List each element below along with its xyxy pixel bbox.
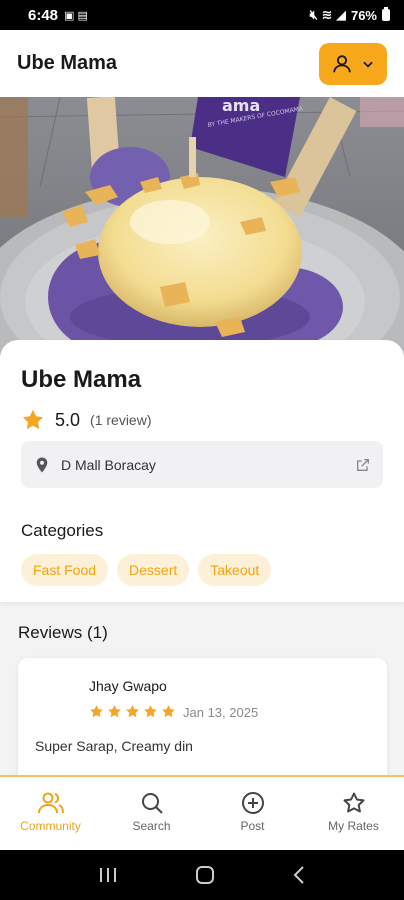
user-icon (333, 54, 351, 72)
location-pin-icon (36, 457, 48, 472)
star-icon (108, 705, 121, 718)
battery-level: 76% (350, 7, 377, 23)
rating-value: 5.0 (55, 409, 81, 430)
place-details-card: Ube Mama 5.0 (1 review) D Mall Boracay C… (0, 340, 404, 602)
chevron-down-icon (363, 61, 373, 68)
post-icon (241, 792, 264, 814)
review-count: (1 review) (90, 412, 152, 428)
nav-post[interactable]: Post (202, 777, 303, 850)
status-time: 6:48 (28, 6, 59, 24)
battery-icon (382, 7, 390, 21)
star-icon (126, 705, 139, 718)
nav-search[interactable]: Search (101, 777, 202, 850)
review-date: Jan 13, 2025 (183, 705, 259, 720)
category-chip-fast-food[interactable]: Fast Food (21, 554, 109, 586)
nav-my-rates-label: My Rates (328, 819, 379, 833)
page-title: Ube Mama (17, 52, 118, 74)
notification-icons: ▣ ▤ (64, 9, 88, 22)
nav-community[interactable]: Community (0, 777, 101, 850)
star-icon (144, 705, 157, 718)
hero-banner-text: ama (222, 97, 260, 115)
review-text: Super Sarap, Creamy din (35, 738, 193, 754)
star-icon (162, 705, 175, 718)
hero-image: ama BY THE MAKERS OF COCOMAMA (0, 97, 404, 367)
system-nav-bar (0, 850, 404, 900)
location-text: D Mall Boracay (61, 456, 156, 473)
status-bar: 6:48 ▣ ▤ 🔇︎ ≋ ◢ 76% (0, 0, 404, 30)
location-link[interactable]: D Mall Boracay (21, 441, 383, 488)
category-chips: Fast Food Dessert Takeout (21, 554, 383, 586)
reviews-heading: Reviews (1) (18, 623, 108, 642)
external-link-icon[interactable] (355, 457, 371, 473)
signal-icons: 🔇︎ ≋ ◢ (309, 7, 346, 22)
category-chip-dessert[interactable]: Dessert (117, 554, 190, 586)
nav-post-label: Post (240, 819, 265, 833)
search-icon (141, 793, 163, 814)
bottom-nav: Community Search Post My Rates (0, 775, 404, 850)
categories-heading: Categories (21, 521, 104, 540)
back-icon[interactable] (292, 865, 306, 885)
category-chip-takeout[interactable]: Takeout (198, 554, 272, 586)
review-card[interactable]: Jhay Gwapo Jan 13, 2025 Super Sarap, Cre… (18, 658, 387, 788)
place-name: Ube Mama (21, 366, 142, 393)
star-icon (343, 792, 364, 813)
app-header: Ube Mama (0, 30, 404, 97)
nav-community-label: Community (20, 819, 81, 833)
recent-apps-icon[interactable] (98, 866, 118, 884)
star-icon (22, 409, 44, 430)
profile-menu-button[interactable] (319, 42, 387, 85)
reviewer-name: Jhay Gwapo (89, 678, 167, 694)
nav-my-rates[interactable]: My Rates (303, 777, 404, 850)
nav-search-label: Search (132, 819, 171, 833)
community-icon (37, 792, 64, 814)
star-icon (90, 705, 103, 718)
rating-row: 5.0 (1 review) (21, 408, 383, 432)
home-icon[interactable] (195, 865, 215, 885)
review-stars (89, 704, 176, 719)
